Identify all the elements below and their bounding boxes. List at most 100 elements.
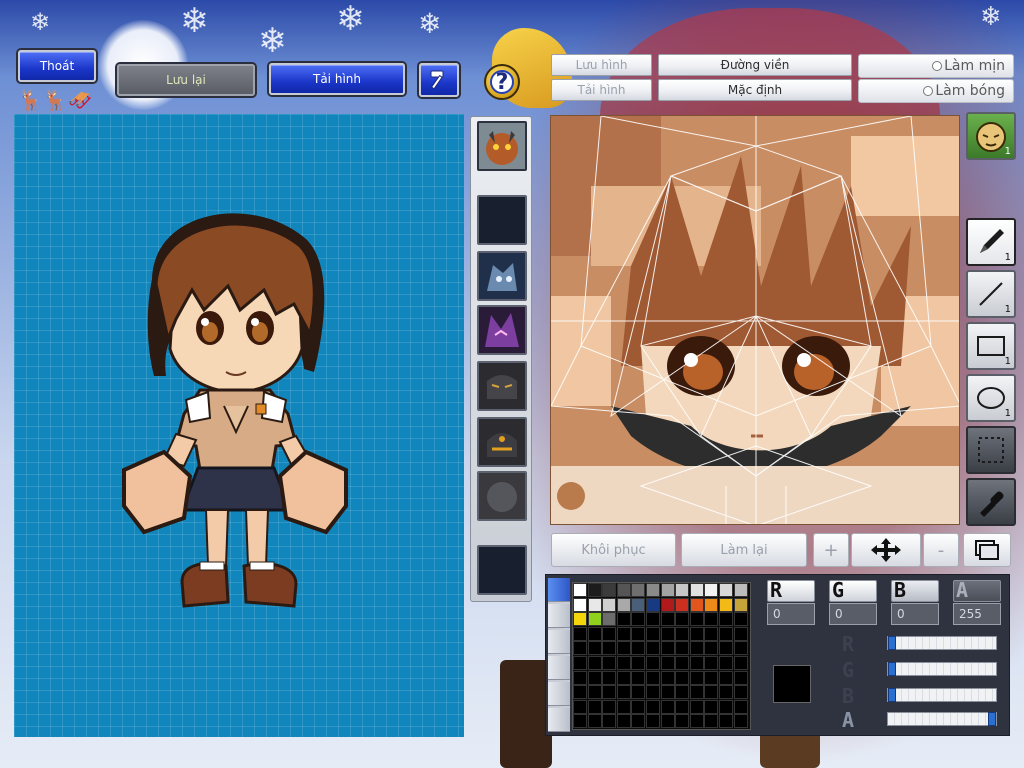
- rectangle-tool[interactable]: 1: [966, 322, 1016, 370]
- palette-color-cell[interactable]: [616, 641, 631, 656]
- b-slider[interactable]: [887, 688, 997, 702]
- palette-color-cell[interactable]: [587, 612, 602, 627]
- face-preset-button[interactable]: 1: [966, 112, 1016, 160]
- palette-color-cell[interactable]: [675, 714, 690, 729]
- palette-color-cell[interactable]: [646, 612, 660, 627]
- face-slot[interactable]: [477, 121, 527, 171]
- palette-color-cell[interactable]: [733, 626, 748, 641]
- a-slider-knob[interactable]: [988, 712, 996, 726]
- exit-button[interactable]: Thoát: [18, 50, 96, 82]
- palette-color-cell[interactable]: [587, 641, 602, 656]
- palette-color-cell[interactable]: [733, 597, 748, 612]
- reload-image-button[interactable]: Tải hình: [269, 63, 405, 95]
- palette-color-cell[interactable]: [631, 583, 646, 597]
- palette-color-cell[interactable]: [704, 670, 719, 685]
- palette-color-cell[interactable]: [587, 699, 602, 714]
- palette-tab[interactable]: [548, 656, 570, 680]
- palette-color-cell[interactable]: [587, 714, 602, 729]
- palette-color-cell[interactable]: [689, 699, 704, 714]
- palette-color-cell[interactable]: [719, 597, 733, 612]
- palette-color-cell[interactable]: [602, 597, 617, 612]
- palette-color-cell[interactable]: [631, 685, 646, 700]
- palette-color-cell[interactable]: [616, 612, 631, 627]
- smooth-option[interactable]: Làm mịn: [858, 54, 1014, 78]
- palette-color-cell[interactable]: [631, 641, 646, 656]
- palette-color-cell[interactable]: [616, 656, 631, 670]
- palette-color-cell[interactable]: [646, 699, 660, 714]
- shine-option[interactable]: Làm bóng: [858, 79, 1014, 103]
- palette-tab[interactable]: [548, 578, 570, 602]
- palette-color-cell[interactable]: [646, 714, 660, 729]
- palette-color-cell[interactable]: [616, 699, 631, 714]
- palette-color-cell[interactable]: [660, 597, 675, 612]
- palette-color-cell[interactable]: [704, 656, 719, 670]
- palette-color-cell[interactable]: [573, 670, 587, 685]
- palette-color-cell[interactable]: [704, 597, 719, 612]
- palette-color-cell[interactable]: [587, 597, 602, 612]
- palette-color-cell[interactable]: [733, 612, 748, 627]
- palette-tab[interactable]: [548, 708, 570, 732]
- palette-color-cell[interactable]: [733, 641, 748, 656]
- palette-color-cell[interactable]: [573, 641, 587, 656]
- palette-color-cell[interactable]: [733, 656, 748, 670]
- palette-color-cell[interactable]: [689, 656, 704, 670]
- g-value-input[interactable]: 0: [829, 603, 877, 625]
- palette-color-cell[interactable]: [631, 714, 646, 729]
- palette-color-cell[interactable]: [573, 685, 587, 700]
- help-button[interactable]: ?: [484, 64, 520, 100]
- face-slot[interactable]: [477, 251, 527, 301]
- palette-color-cell[interactable]: [689, 714, 704, 729]
- palette-color-cell[interactable]: [675, 641, 690, 656]
- palette-color-cell[interactable]: [646, 670, 660, 685]
- palette-color-cell[interactable]: [704, 685, 719, 700]
- line-tool[interactable]: 1: [966, 270, 1016, 318]
- palette-color-cell[interactable]: [689, 685, 704, 700]
- palette-color-cell[interactable]: [675, 656, 690, 670]
- palette-color-cell[interactable]: [733, 670, 748, 685]
- palette-color-cell[interactable]: [675, 626, 690, 641]
- palette-color-cell[interactable]: [675, 597, 690, 612]
- palette-color-cell[interactable]: [646, 583, 660, 597]
- palette-color-cell[interactable]: [602, 685, 617, 700]
- g-slider-knob[interactable]: [888, 662, 896, 676]
- hammer-button[interactable]: [419, 63, 459, 97]
- palette-color-cell[interactable]: [733, 699, 748, 714]
- palette-color-cell[interactable]: [675, 612, 690, 627]
- r-value-input[interactable]: 0: [767, 603, 815, 625]
- a-slider[interactable]: [887, 712, 997, 726]
- palette-color-cell[interactable]: [733, 714, 748, 729]
- palette-color-cell[interactable]: [573, 714, 587, 729]
- palette-color-cell[interactable]: [704, 641, 719, 656]
- a-value-input[interactable]: 255: [953, 603, 1001, 625]
- palette-color-cell[interactable]: [616, 626, 631, 641]
- palette-color-cell[interactable]: [719, 583, 733, 597]
- b-value-input[interactable]: 0: [891, 603, 939, 625]
- face-slot[interactable]: [477, 361, 527, 411]
- palette-color-cell[interactable]: [602, 670, 617, 685]
- palette-color-cell[interactable]: [646, 685, 660, 700]
- palette-color-cell[interactable]: [704, 583, 719, 597]
- palette-color-cell[interactable]: [587, 670, 602, 685]
- save-face-image-button[interactable]: Lưu hình: [551, 54, 652, 76]
- palette-color-cell[interactable]: [704, 699, 719, 714]
- palette-color-cell[interactable]: [573, 699, 587, 714]
- palette-color-cell[interactable]: [573, 656, 587, 670]
- palette-color-cell[interactable]: [631, 612, 646, 627]
- palette-color-cell[interactable]: [719, 714, 733, 729]
- color-palette-grid[interactable]: [572, 582, 751, 730]
- g-slider[interactable]: [887, 662, 997, 676]
- face-slot[interactable]: [477, 471, 527, 521]
- palette-color-cell[interactable]: [631, 699, 646, 714]
- face-slot[interactable]: [477, 195, 527, 245]
- palette-color-cell[interactable]: [675, 583, 690, 597]
- face-slot[interactable]: [477, 305, 527, 355]
- face-slot[interactable]: [477, 417, 527, 467]
- palette-color-cell[interactable]: [631, 670, 646, 685]
- shine-radio[interactable]: [923, 86, 934, 96]
- palette-color-cell[interactable]: [704, 626, 719, 641]
- palette-color-cell[interactable]: [602, 612, 617, 627]
- palette-color-cell[interactable]: [602, 583, 617, 597]
- palette-color-cell[interactable]: [631, 656, 646, 670]
- palette-color-cell[interactable]: [646, 597, 660, 612]
- zoom-out-button[interactable]: -: [923, 533, 959, 567]
